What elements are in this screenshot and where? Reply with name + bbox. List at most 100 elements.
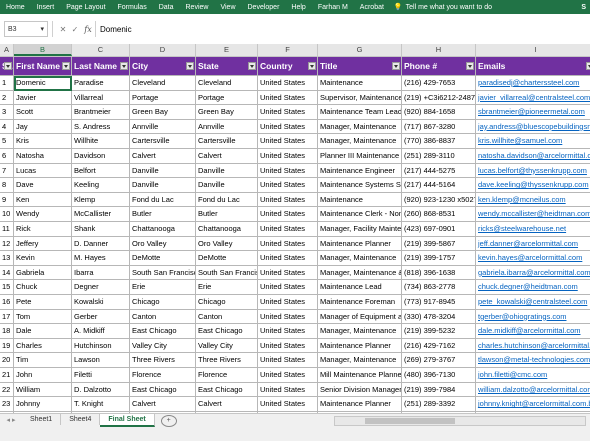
- table-cell[interactable]: Portage: [130, 90, 196, 106]
- table-cell[interactable]: Scott: [14, 105, 72, 120]
- table-cell[interactable]: Kowalski: [72, 295, 130, 310]
- table-cell[interactable]: Keeling: [72, 178, 130, 193]
- table-cell[interactable]: (920) 923-1230 x5027: [402, 192, 476, 208]
- table-cell[interactable]: South San Francisco: [130, 265, 196, 281]
- table-cell[interactable]: Maintenance Planner: [318, 236, 402, 252]
- email-cell[interactable]: jay.andress@bluescopebuildingsna.com: [476, 120, 590, 135]
- table-cell[interactable]: Manager, Maintenance & Fa: [318, 265, 402, 281]
- column-header-d[interactable]: D: [130, 44, 196, 56]
- table-cell[interactable]: Maintenance Lead: [318, 280, 402, 295]
- table-cell[interactable]: (423) 697-0901: [402, 222, 476, 237]
- table-cell[interactable]: United States: [258, 149, 318, 164]
- table-cell[interactable]: Davidson: [72, 149, 130, 164]
- column-header-h[interactable]: H: [402, 44, 476, 56]
- scrollbar-thumb[interactable]: [365, 418, 455, 424]
- table-cell[interactable]: D. Dalzotto: [72, 382, 130, 398]
- serial-cell[interactable]: 9: [0, 192, 14, 208]
- email-cell[interactable]: jeff.danner@arcelormittal.com: [476, 237, 590, 252]
- serial-cell[interactable]: 5: [0, 134, 14, 149]
- cancel-icon[interactable]: ✕: [57, 25, 69, 34]
- table-cell[interactable]: Johnny: [14, 397, 72, 412]
- table-cell[interactable]: Green Bay: [130, 105, 196, 120]
- table-cell[interactable]: William: [14, 382, 72, 398]
- table-cell[interactable]: Dave: [14, 178, 72, 193]
- table-cell[interactable]: S. Andress: [72, 119, 130, 135]
- email-cell[interactable]: wendy.mccallister@heidtman.com: [476, 207, 590, 222]
- table-cell[interactable]: Manager, Maintenance: [318, 324, 402, 339]
- filter-dropdown-icon[interactable]: [62, 62, 70, 70]
- table-cell[interactable]: East Chicago: [196, 382, 258, 398]
- table-cell[interactable]: John: [14, 368, 72, 383]
- table-cell[interactable]: Gabriela: [14, 265, 72, 281]
- table-cell[interactable]: (717) 867-3280: [402, 119, 476, 135]
- table-cell[interactable]: Manager, Maintenance: [318, 134, 402, 149]
- serial-cell[interactable]: 20: [0, 353, 14, 368]
- table-cell[interactable]: M. Hayes: [72, 251, 130, 266]
- table-cell[interactable]: United States: [258, 353, 318, 368]
- table-cell[interactable]: Manager, Maintenance: [318, 251, 402, 266]
- table-cell[interactable]: Maintenance Team Leader: [318, 105, 402, 120]
- email-cell[interactable]: ken.klemp@mcneilus.com: [476, 193, 590, 208]
- table-cell[interactable]: Gerber: [72, 309, 130, 325]
- table-cell[interactable]: (219) 399-5867: [402, 236, 476, 252]
- table-cell[interactable]: Annville: [196, 119, 258, 135]
- serial-cell[interactable]: 12: [0, 236, 14, 252]
- table-cell[interactable]: (920) 884-1658: [402, 105, 476, 120]
- table-cell[interactable]: Danville: [196, 163, 258, 179]
- table-cell[interactable]: Lucas: [14, 163, 72, 179]
- table-cell[interactable]: United States: [258, 236, 318, 252]
- header-cell-state[interactable]: State: [196, 57, 258, 76]
- ribbon-tab-developer[interactable]: Developer: [242, 4, 286, 11]
- table-cell[interactable]: Dale: [14, 324, 72, 339]
- table-cell[interactable]: Villarreal: [72, 90, 130, 106]
- table-cell[interactable]: Danville: [130, 163, 196, 179]
- table-cell[interactable]: Manager of Equipment and: [318, 309, 402, 325]
- table-cell[interactable]: Charles: [14, 338, 72, 354]
- header-cell-phone[interactable]: Phone #: [402, 57, 476, 76]
- table-cell[interactable]: Manager, Maintenance: [318, 119, 402, 135]
- table-cell[interactable]: Manager, Maintenance: [318, 353, 402, 368]
- table-cell[interactable]: Florence: [196, 368, 258, 383]
- tell-me-box[interactable]: 💡 Tell me what you want to do: [390, 3, 492, 12]
- table-cell[interactable]: Senior Division Manager, M: [318, 382, 402, 398]
- table-cell[interactable]: (219) 399-1757: [402, 251, 476, 266]
- table-cell[interactable]: DeMotte: [196, 251, 258, 266]
- table-cell[interactable]: United States: [258, 295, 318, 310]
- email-cell[interactable]: john.filetti@cmc.com: [476, 368, 590, 383]
- serial-cell[interactable]: 7: [0, 163, 14, 179]
- table-cell[interactable]: Three Rivers: [196, 353, 258, 368]
- table-cell[interactable]: United States: [258, 338, 318, 354]
- table-cell[interactable]: Pete: [14, 295, 72, 310]
- table-cell[interactable]: Canton: [130, 309, 196, 325]
- email-cell[interactable]: kris.willhite@samuel.com: [476, 134, 590, 149]
- table-cell[interactable]: Cleveland: [130, 76, 196, 91]
- table-cell[interactable]: Maintenance: [318, 76, 402, 91]
- table-cell[interactable]: Natosha: [14, 149, 72, 164]
- horizontal-scrollbar[interactable]: [334, 416, 586, 426]
- table-cell[interactable]: Fond du Lac: [196, 192, 258, 208]
- header-cell-first-name[interactable]: First Name: [14, 57, 72, 76]
- table-cell[interactable]: Klemp: [72, 192, 130, 208]
- table-cell[interactable]: Chicago: [130, 295, 196, 310]
- table-cell[interactable]: Butler: [196, 207, 258, 222]
- email-cell[interactable]: paradisedj@charterssteel.com: [476, 76, 590, 91]
- table-cell[interactable]: Calvert: [196, 397, 258, 412]
- ribbon-tab-help[interactable]: Help: [285, 4, 311, 11]
- table-cell[interactable]: Danville: [130, 178, 196, 193]
- filter-dropdown-icon[interactable]: [392, 62, 400, 70]
- email-cell[interactable]: tgerber@ohiogratings.com: [476, 310, 590, 325]
- table-cell[interactable]: Javier: [14, 90, 72, 106]
- email-cell[interactable]: natosha.davidson@arcelormittal.com: [476, 149, 590, 164]
- table-cell[interactable]: East Chicago: [130, 382, 196, 398]
- table-cell[interactable]: Brantmeier: [72, 105, 130, 120]
- filter-dropdown-icon[interactable]: [4, 62, 12, 70]
- table-cell[interactable]: Portage: [196, 90, 258, 106]
- table-cell[interactable]: (770) 386-8837: [402, 134, 476, 149]
- table-cell[interactable]: Lawson: [72, 353, 130, 368]
- table-cell[interactable]: Maintenance Engineer: [318, 163, 402, 179]
- serial-cell[interactable]: 4: [0, 119, 14, 135]
- column-header-e[interactable]: E: [196, 44, 258, 56]
- serial-cell[interactable]: 17: [0, 309, 14, 325]
- table-cell[interactable]: Paradise: [72, 76, 130, 91]
- email-cell[interactable]: gabriela.ibarra@arcelormittal.com: [476, 266, 590, 281]
